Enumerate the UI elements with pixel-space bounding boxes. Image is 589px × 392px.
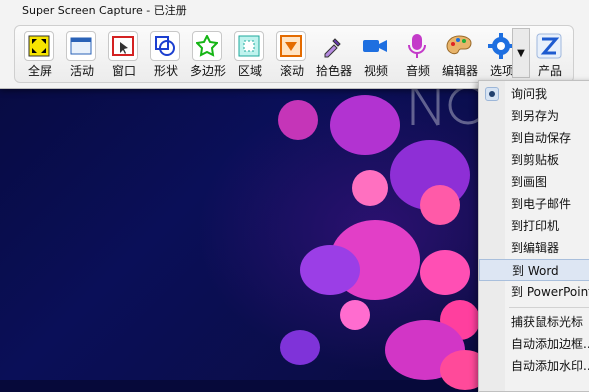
scroll-icon xyxy=(276,31,306,61)
product-z-icon xyxy=(534,31,564,61)
bubble xyxy=(340,300,370,330)
menu-item-add-watermark[interactable]: 自动添加水印... xyxy=(479,355,589,377)
menu-item-label: 到电子邮件 xyxy=(511,197,572,211)
polygon-icon xyxy=(192,31,222,61)
menu-item-label: 到画图 xyxy=(511,175,548,189)
bubble xyxy=(420,250,470,295)
menu-item-label: 自动添加水印... xyxy=(511,359,589,373)
shape-icon xyxy=(150,31,180,61)
microphone-icon xyxy=(402,31,432,61)
window-title: Super Screen Capture - 已注册 xyxy=(22,4,187,17)
menu-item-ask-me[interactable]: 询问我 xyxy=(479,83,589,105)
menu-item-editor[interactable]: 到编辑器 xyxy=(479,237,589,259)
bubble xyxy=(420,185,460,225)
menu-item-email[interactable]: 到电子邮件 xyxy=(479,193,589,215)
menu-item-label: 自动添加边框... xyxy=(511,337,589,351)
menu-item-add-border[interactable]: 自动添加边框... xyxy=(479,333,589,355)
bubble xyxy=(278,100,318,140)
fullscreen-icon xyxy=(24,31,54,61)
menu-item-printer[interactable]: 到打印机 xyxy=(479,215,589,237)
output-menu: 询问我 到另存为 到自动保存 到剪贴板 到画图 到电子邮件 到打印机 到编辑器 … xyxy=(478,80,589,392)
window-icon xyxy=(108,31,138,61)
menu-separator xyxy=(509,307,589,308)
menu-item-powerpoint[interactable]: 到 PowerPoint xyxy=(479,281,589,303)
menu-item-label: 捕获鼠标光标 xyxy=(511,315,584,329)
radio-checked-icon xyxy=(485,87,499,101)
bubble xyxy=(352,170,388,206)
tool-product[interactable]: 产品 xyxy=(529,28,571,80)
menu-item-label: 到另存为 xyxy=(511,109,560,123)
menu-item-label: 到编辑器 xyxy=(511,241,560,255)
menu-item-autosave[interactable]: 到自动保存 xyxy=(479,127,589,149)
eyedropper-icon xyxy=(318,31,348,61)
menu-item-paint[interactable]: 到画图 xyxy=(479,171,589,193)
menu-item-clipboard[interactable]: 到剪贴板 xyxy=(479,149,589,171)
video-camera-icon xyxy=(360,31,390,61)
menu-item-label: 到 Word xyxy=(512,264,559,278)
menu-item-label: 到剪贴板 xyxy=(511,153,560,167)
region-icon xyxy=(234,31,264,61)
tool-label: 产品 xyxy=(537,64,562,78)
bubble xyxy=(300,245,360,295)
menu-item-label: 到 PowerPoint xyxy=(511,285,589,299)
capture-toolbar: 全屏 活动 窗口 形状 多边形 区域 滚动 拾色器 视频 音频 编辑器 选项 产… xyxy=(14,25,574,83)
bubble xyxy=(280,330,320,365)
menu-item-capture-cursor[interactable]: 捕获鼠标光标 xyxy=(479,311,589,333)
menu-item-label: 询问我 xyxy=(511,87,548,101)
active-window-icon xyxy=(66,31,96,61)
more-dropdown-button[interactable]: ▼ xyxy=(512,28,530,78)
chevron-down-icon: ▼ xyxy=(517,47,525,59)
menu-item-label: 到自动保存 xyxy=(511,131,572,145)
palette-icon xyxy=(444,31,474,61)
menu-item-word[interactable]: 到 Word xyxy=(479,259,589,281)
menu-item-label: 到打印机 xyxy=(511,219,560,233)
capture-window: Super Screen Capture - 已注册 全屏 活动 窗口 形状 多… xyxy=(0,0,589,89)
bubble xyxy=(330,95,400,155)
menu-item-save-as[interactable]: 到另存为 xyxy=(479,105,589,127)
